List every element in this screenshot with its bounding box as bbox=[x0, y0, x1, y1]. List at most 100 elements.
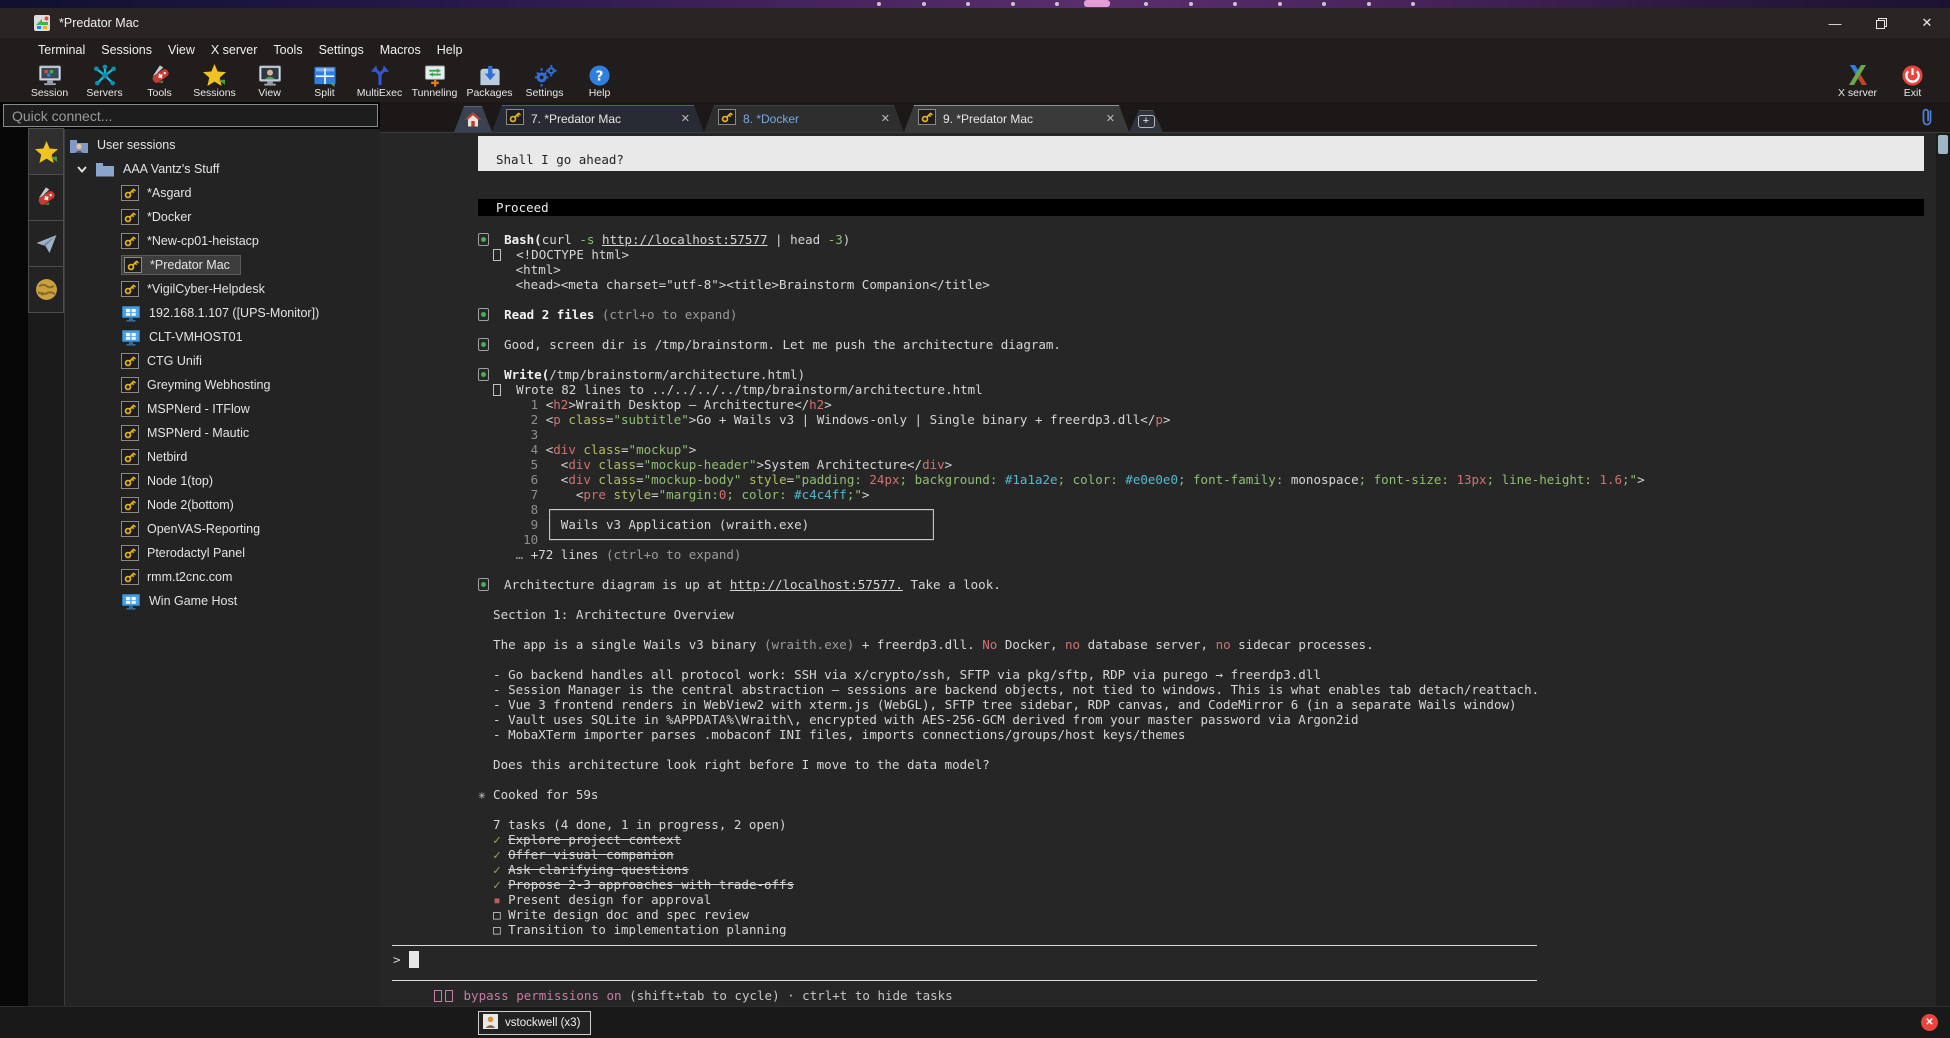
tree-item-win-game-host[interactable]: Win Game Host bbox=[65, 589, 380, 613]
terminal-line: ✓ Offer visual companion bbox=[478, 847, 1924, 862]
tree-item-mspnerd-mautic[interactable]: MSPNerd - Mautic bbox=[65, 421, 380, 445]
help-circle-icon: ? bbox=[588, 63, 611, 87]
taskbar-dot bbox=[922, 2, 926, 6]
key-icon bbox=[121, 353, 139, 369]
key-icon bbox=[121, 185, 139, 201]
toolbar-button-exit[interactable]: Exit bbox=[1885, 62, 1940, 99]
tab-label: 9. *Predator Mac bbox=[943, 112, 1033, 126]
tree-item-rmm-t2cnc-com[interactable]: rmm.t2cnc.com bbox=[65, 565, 380, 589]
terminal-line: 1 <h2>Wraith Desktop — Architecture</h2> bbox=[478, 397, 1924, 412]
swiss-knife-icon bbox=[148, 63, 172, 87]
globe-icon bbox=[35, 278, 58, 301]
tree-item-clt-vmhost01[interactable]: CLT-VMHOST01 bbox=[65, 325, 380, 349]
terminal-line: 10 └────────────────────────────────────… bbox=[478, 532, 1924, 547]
quick-connect-input[interactable] bbox=[3, 104, 378, 127]
terminal-scrollbar[interactable] bbox=[1936, 133, 1950, 1006]
toolbar-button-x-server[interactable]: X server bbox=[1830, 62, 1885, 99]
tree-item-mspnerd-itflow[interactable]: MSPNerd - ITFlow bbox=[65, 397, 380, 421]
tree-item-user-sessions[interactable]: User sessions bbox=[65, 133, 380, 157]
new-tab-button[interactable]: + bbox=[1129, 110, 1163, 132]
toolbar-button-session[interactable]: Session bbox=[22, 62, 77, 99]
claude-prompt[interactable]: > bbox=[390, 946, 1924, 972]
toolbar-button-packages[interactable]: Packages bbox=[462, 62, 517, 99]
terminal-line: ✓ Ask clarifying questions bbox=[478, 862, 1924, 877]
key-icon bbox=[124, 257, 142, 273]
tab-9-predator-mac[interactable]: 9. *Predator Mac ✕ bbox=[904, 105, 1129, 132]
tree-item-pterodactyl-panel[interactable]: Pterodactyl Panel bbox=[65, 541, 380, 565]
terminal-line: Wrote 82 lines to ../../../../tmp/brains… bbox=[478, 382, 1924, 397]
tree-item-label: AAA Vantz's Stuff bbox=[123, 162, 219, 176]
monitor-icon bbox=[121, 305, 141, 322]
close-button[interactable]: ✕ bbox=[1904, 8, 1950, 38]
tree-item-greyming-webhosting[interactable]: Greyming Webhosting bbox=[65, 373, 380, 397]
menu-item-macros[interactable]: Macros bbox=[372, 41, 429, 59]
menu-item-settings[interactable]: Settings bbox=[311, 41, 372, 59]
toolbar-button-servers[interactable]: Servers bbox=[77, 62, 132, 99]
toolbar-button-sessions[interactable]: Sessions bbox=[187, 62, 242, 99]
menu-item-x-server[interactable]: X server bbox=[203, 41, 266, 59]
claude-bullet-icon bbox=[478, 308, 489, 321]
toolbar-label: Tools bbox=[147, 87, 172, 99]
terminal-line: Bash(curl -s http://localhost:57577 | he… bbox=[478, 232, 1924, 247]
tree-item-node-1-top[interactable]: Node 1(top) bbox=[65, 469, 380, 493]
tab-close-icon[interactable]: ✕ bbox=[681, 112, 690, 125]
key-icon bbox=[121, 233, 139, 249]
toolbar-button-multiexec[interactable]: MultiExec bbox=[352, 62, 407, 99]
tree-item-asgard[interactable]: *Asgard bbox=[65, 181, 380, 205]
terminal-line: … +72 lines (ctrl+o to expand) bbox=[478, 547, 1924, 562]
close-circle-icon[interactable]: ✕ bbox=[1921, 1014, 1938, 1031]
sidebar-tab-swiss-knife-icon[interactable] bbox=[28, 174, 64, 221]
terminal-line: 5 <div class="mockup-header">System Arch… bbox=[478, 457, 1924, 472]
tab-7-predator-mac[interactable]: 7. *Predator Mac✕ bbox=[492, 105, 704, 132]
chevron-down-icon[interactable] bbox=[77, 166, 87, 173]
claude-selected-option[interactable]: Proceed bbox=[478, 199, 1924, 216]
tree-item-openvas-reporting[interactable]: OpenVAS-Reporting bbox=[65, 517, 380, 541]
sidebar-tab-globe-icon[interactable] bbox=[28, 266, 64, 313]
tree-item-ctg-unifi[interactable]: CTG Unifi bbox=[65, 349, 380, 373]
tab-close-icon[interactable]: ✕ bbox=[881, 112, 890, 125]
terminal-line: Write(/tmp/brainstorm/architecture.html) bbox=[478, 367, 1924, 382]
tab-8-docker[interactable]: 8. *Docker✕ bbox=[704, 105, 904, 132]
terminal-line: ✓ Propose 2-3 approaches with trade-offs bbox=[478, 877, 1924, 892]
toolbar-button-help[interactable]: ?Help bbox=[572, 62, 627, 99]
toolbar-button-tunneling[interactable]: Tunneling bbox=[407, 62, 462, 99]
terminal-line bbox=[478, 322, 1924, 337]
tree-item-predator-mac[interactable]: *Predator Mac bbox=[65, 253, 380, 277]
toolbar-button-tools[interactable]: Tools bbox=[132, 62, 187, 99]
tree-item-netbird[interactable]: Netbird bbox=[65, 445, 380, 469]
sidebar-tab-paper-plane-icon[interactable] bbox=[28, 220, 64, 267]
tree-item-label: rmm.t2cnc.com bbox=[147, 570, 232, 584]
key-icon bbox=[918, 109, 936, 128]
tree-item-192-168-1-107-ups-monitor[interactable]: 192.168.1.107 ([UPS-Monitor]) bbox=[65, 301, 380, 325]
menu-item-terminal[interactable]: Terminal bbox=[30, 41, 93, 59]
user-session-button[interactable]: vstockwell (x3) bbox=[478, 1011, 591, 1035]
tab-close-icon[interactable]: ✕ bbox=[1106, 112, 1115, 125]
terminal-line bbox=[478, 352, 1924, 367]
minimize-button[interactable]: — bbox=[1812, 8, 1858, 38]
toolbar-button-view[interactable]: View bbox=[242, 62, 297, 99]
scrollbar-thumb[interactable] bbox=[1938, 135, 1948, 154]
taskbar-dot bbox=[1189, 2, 1193, 6]
maximize-button[interactable] bbox=[1858, 8, 1904, 38]
terminal-line bbox=[478, 292, 1924, 307]
swiss-knife-icon bbox=[34, 186, 58, 209]
terminal[interactable]: Shall I go ahead? Proceed Bash(curl -s h… bbox=[380, 133, 1950, 1006]
menu-item-view[interactable]: View bbox=[160, 41, 203, 59]
menu-item-sessions[interactable]: Sessions bbox=[93, 41, 160, 59]
user-icon bbox=[483, 1014, 498, 1032]
claude-bullet-icon bbox=[478, 368, 489, 381]
menu-item-tools[interactable]: Tools bbox=[265, 41, 310, 59]
toolbar-button-split[interactable]: Split bbox=[297, 62, 352, 99]
tab-home[interactable] bbox=[454, 106, 492, 132]
tree-item-node-2-bottom[interactable]: Node 2(bottom) bbox=[65, 493, 380, 517]
tree-item-new-cp01-heistacp[interactable]: *New-cp01-heistacp bbox=[65, 229, 380, 253]
paperclip-icon[interactable] bbox=[1920, 106, 1934, 133]
quick-connect-bar bbox=[0, 102, 380, 129]
toolbar-button-settings[interactable]: Settings bbox=[517, 62, 572, 99]
sidebar-tab-star-icon[interactable] bbox=[28, 128, 64, 175]
menu-item-help[interactable]: Help bbox=[429, 41, 471, 59]
tree-item-aaa-vantz-s-stuff[interactable]: AAA Vantz's Stuff bbox=[65, 157, 380, 181]
star-icon bbox=[35, 141, 58, 163]
tree-item-vigilcyber-helpdesk[interactable]: *VigilCyber-Helpdesk bbox=[65, 277, 380, 301]
tree-item-docker[interactable]: *Docker bbox=[65, 205, 380, 229]
